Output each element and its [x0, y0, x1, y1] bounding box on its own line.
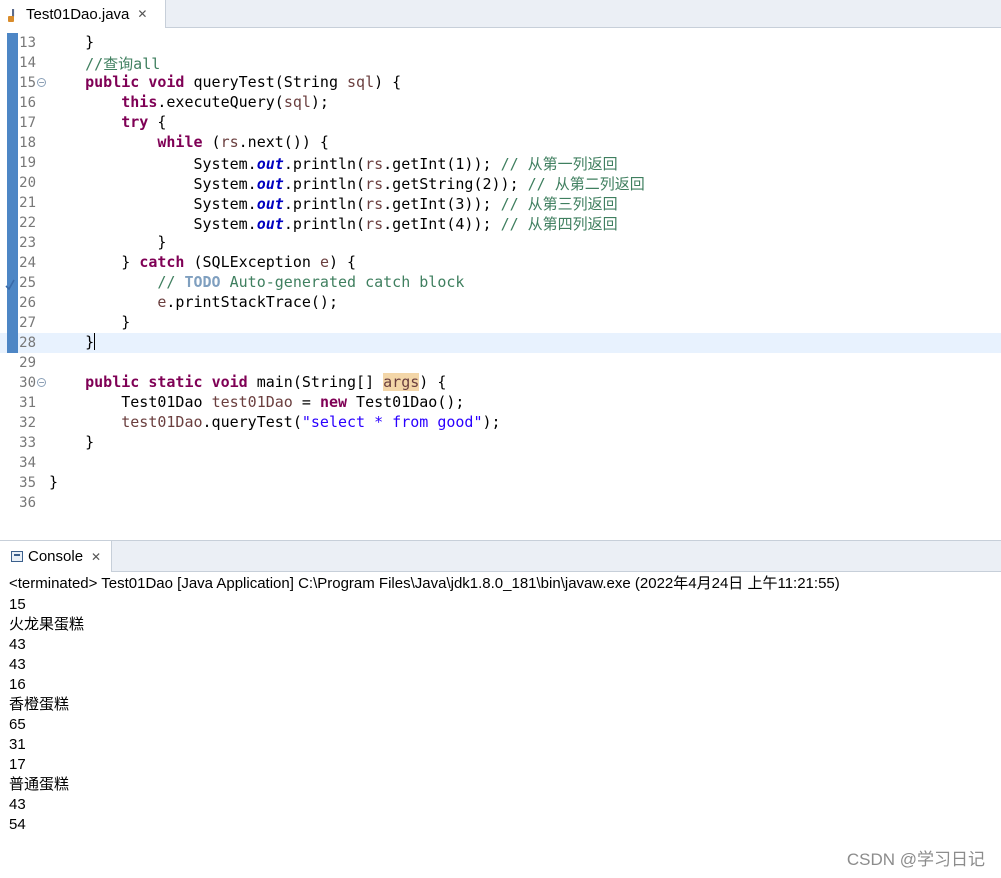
line-number: 21 — [19, 195, 36, 211]
watermark: CSDN @学习日记 — [846, 850, 985, 869]
code-line[interactable]: 17 try { — [0, 113, 1001, 133]
code-line[interactable]: 29 — [0, 353, 1001, 373]
code-text: System.out.println(rs.getString(2)); // … — [49, 175, 645, 193]
tab-console[interactable]: Console ✕ — [0, 541, 112, 572]
line-number: 24 — [19, 255, 36, 271]
java-file-icon: J — [8, 7, 20, 22]
code-line[interactable]: 24 } catch (SQLException e) { — [0, 253, 1001, 273]
line-number: 19 — [19, 155, 36, 171]
code-line[interactable]: 14 //查询all — [0, 53, 1001, 73]
console-output-line: 16 — [9, 676, 26, 693]
fold-toggle-icon[interactable]: − — [37, 378, 46, 387]
code-text: } — [49, 33, 95, 51]
code-text: } — [49, 313, 131, 331]
line-number: 34 — [19, 455, 36, 471]
code-line[interactable]: 13 } — [0, 33, 1001, 53]
console-output[interactable]: <terminated> Test01Dao [Java Application… — [0, 572, 1001, 878]
line-number: 20 — [19, 175, 36, 191]
line-number: 25 — [19, 275, 36, 291]
code-line[interactable]: 18 while (rs.next()) { — [0, 133, 1001, 153]
code-line[interactable]: 19 System.out.println(rs.getInt(1)); // … — [0, 153, 1001, 173]
line-number: 33 — [19, 435, 36, 451]
line-number: 28 — [19, 335, 36, 351]
code-line[interactable]: 32 test01Dao.queryTest("select * from go… — [0, 413, 1001, 433]
code-text: } catch (SQLException e) { — [49, 253, 357, 271]
line-number: 32 — [19, 415, 36, 431]
code-line[interactable]: 31 Test01Dao test01Dao = new Test01Dao()… — [0, 393, 1001, 413]
console-output-line: 普通蛋糕 — [9, 776, 70, 793]
code-text: System.out.println(rs.getInt(4)); // 从第四… — [49, 215, 618, 233]
code-text: e.printStackTrace(); — [157, 293, 338, 311]
console-output-line: 15 — [9, 596, 26, 613]
console-icon — [11, 551, 23, 562]
code-text: public void queryTest(String sql) { — [85, 73, 402, 91]
code-line[interactable]: 33 } — [0, 433, 1001, 453]
code-line[interactable]: 36 — [0, 493, 1001, 513]
console-tab-bar: Console ✕ — [0, 540, 1001, 572]
console-output-line: 65 — [9, 716, 26, 733]
console-output-line: 31 — [9, 736, 26, 753]
code-line[interactable]: 26 e.printStackTrace(); — [0, 293, 1001, 313]
code-line[interactable]: 22 System.out.println(rs.getInt(4)); // … — [0, 213, 1001, 233]
close-icon[interactable]: ✕ — [91, 550, 101, 564]
text-caret — [94, 333, 96, 350]
editor-tab-test01dao[interactable]: J Test01Dao.java ✕ — [0, 0, 166, 28]
code-text: this.executeQuery(sql); — [121, 93, 329, 111]
code-text: } — [49, 473, 59, 491]
line-number: 36 — [19, 495, 36, 511]
code-text: System.out.println(rs.getInt(3)); // 从第三… — [49, 195, 618, 213]
line-number: 23 — [19, 235, 36, 251]
code-text: //查询all — [85, 55, 161, 73]
console-output-line: 43 — [9, 656, 26, 673]
line-number: 35 — [19, 475, 36, 491]
console-output-line: 43 — [9, 636, 26, 653]
console-tab-label: Console — [28, 548, 84, 565]
code-line[interactable]: 27 } — [0, 313, 1001, 333]
code-line[interactable]: 15− public void queryTest(String sql) { — [0, 73, 1001, 93]
code-text: } — [49, 333, 96, 351]
console-output-line: 43 — [9, 796, 26, 813]
line-number: 30 — [19, 375, 36, 391]
line-number: 14 — [19, 55, 36, 71]
code-text: test01Dao.queryTest("select * from good"… — [121, 413, 501, 431]
line-number: 26 — [19, 295, 36, 311]
code-text: public static void main(String[] args) { — [85, 373, 447, 391]
code-text: } — [49, 433, 95, 451]
line-number: 18 — [19, 135, 36, 151]
code-text: Test01Dao test01Dao = new Test01Dao(); — [49, 393, 465, 411]
code-line[interactable]: 21 System.out.println(rs.getInt(3)); // … — [0, 193, 1001, 213]
line-number: 27 — [19, 315, 36, 331]
close-icon[interactable]: ✕ — [137, 7, 147, 21]
code-editor[interactable]: < 13 }14 //查询all15− public void queryTes… — [0, 28, 1001, 514]
fold-toggle-icon[interactable]: − — [37, 78, 46, 87]
console-status: <terminated> Test01Dao [Java Application… — [9, 575, 840, 592]
code-text: // TODO Auto-generated catch block — [157, 273, 465, 291]
code-text: } — [49, 233, 167, 251]
console-output-line: 香橙蛋糕 — [9, 696, 70, 713]
code-line[interactable]: 23 } — [0, 233, 1001, 253]
editor-tab-bar: J Test01Dao.java ✕ — [0, 0, 1001, 28]
code-line[interactable]: 35} — [0, 473, 1001, 493]
line-number: 17 — [19, 115, 36, 131]
code-text: try { — [121, 113, 167, 131]
code-text: while (rs.next()) { — [157, 133, 329, 151]
code-line[interactable]: 28 } — [0, 333, 1001, 353]
console-output-line: 火龙果蛋糕 — [9, 616, 85, 633]
line-number: 29 — [19, 355, 36, 371]
line-number: 31 — [19, 395, 36, 411]
code-line[interactable]: 34 — [0, 453, 1001, 473]
code-line[interactable]: 20 System.out.println(rs.getString(2)); … — [0, 173, 1001, 193]
line-number: 15 — [19, 75, 36, 91]
code-line[interactable]: 25 // TODO Auto-generated catch block — [0, 273, 1001, 293]
editor-tab-label: Test01Dao.java — [26, 5, 130, 23]
console-output-line: 54 — [9, 816, 26, 833]
code-line[interactable]: 30− public static void main(String[] arg… — [0, 373, 1001, 393]
line-number: 22 — [19, 215, 36, 231]
line-number: 13 — [19, 35, 36, 51]
console-output-line: 17 — [9, 756, 26, 773]
code-text: System.out.println(rs.getInt(1)); // 从第一… — [49, 155, 618, 173]
line-number: 16 — [19, 95, 36, 111]
code-line[interactable]: 16 this.executeQuery(sql); — [0, 93, 1001, 113]
